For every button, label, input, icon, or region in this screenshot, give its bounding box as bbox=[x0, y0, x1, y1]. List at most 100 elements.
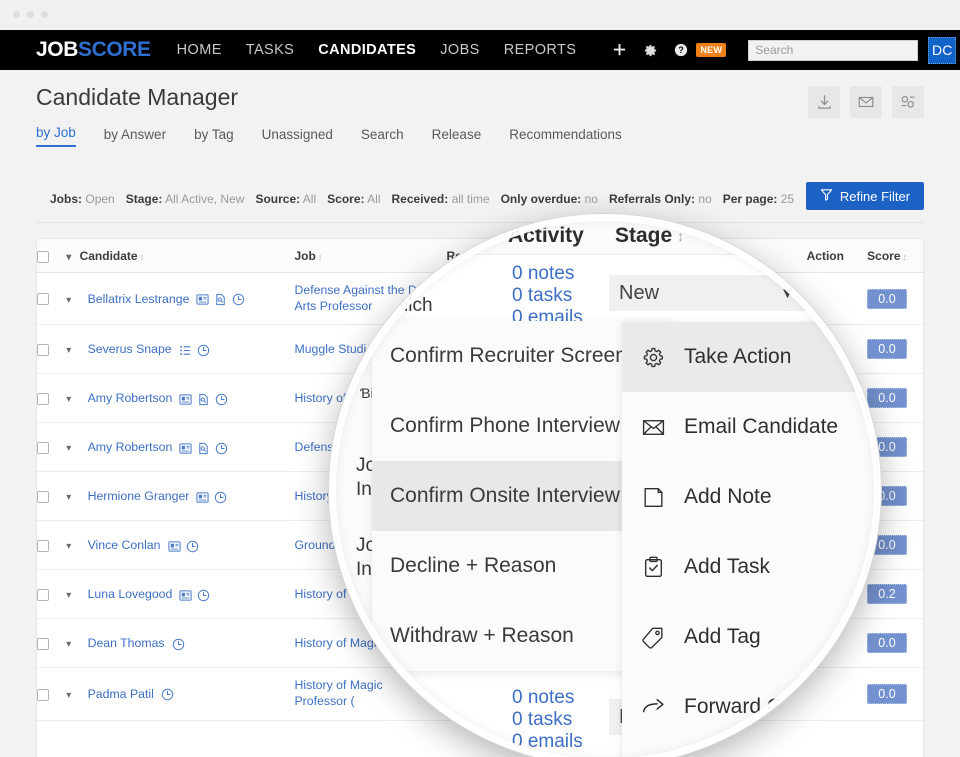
contact-card-icon[interactable] bbox=[167, 540, 181, 553]
lens-row1-stage-select[interactable]: New ▼ bbox=[609, 275, 805, 311]
resume-icon[interactable] bbox=[214, 293, 227, 306]
contact-card-icon[interactable] bbox=[179, 393, 192, 406]
chevron-down-icon[interactable]: ▾ bbox=[66, 252, 71, 263]
action-menu-item-forward-candidate[interactable]: Forward Cand bbox=[622, 672, 878, 742]
chevron-down-icon[interactable]: ▾ bbox=[66, 690, 71, 701]
action-menu-item-email-candidate[interactable]: Email Candidate › bbox=[622, 392, 878, 462]
row-checkbox[interactable] bbox=[37, 293, 49, 306]
email-button[interactable] bbox=[850, 86, 882, 118]
candidate-name-link[interactable]: Luna Lovegood bbox=[88, 587, 173, 601]
clock-icon[interactable] bbox=[161, 688, 174, 701]
candidate-name-link[interactable]: Bellatrix Lestrange bbox=[88, 292, 190, 306]
candidate-name-link[interactable]: Amy Robertson bbox=[88, 440, 173, 454]
chevron-down-icon[interactable]: ▾ bbox=[66, 492, 71, 503]
clock-icon[interactable] bbox=[197, 344, 210, 357]
contact-card-icon[interactable] bbox=[179, 442, 192, 455]
tab-unassigned[interactable]: Unassigned bbox=[262, 127, 333, 147]
resume-icon[interactable] bbox=[197, 442, 210, 455]
row-checkbox[interactable] bbox=[37, 393, 49, 406]
window-dot-minimize[interactable] bbox=[27, 11, 34, 18]
row-checkbox[interactable] bbox=[37, 344, 49, 357]
candidate-name-link[interactable]: Vince Conlan bbox=[88, 538, 161, 552]
action-menu-item-add-tag[interactable]: Add Tag bbox=[622, 602, 878, 672]
plus-icon[interactable] bbox=[612, 43, 627, 58]
col-candidate-label: Candidate bbox=[79, 249, 138, 263]
download-button[interactable] bbox=[808, 86, 840, 118]
clock-icon[interactable] bbox=[186, 540, 199, 553]
row-checkbox[interactable] bbox=[37, 442, 49, 455]
search-input[interactable] bbox=[748, 39, 919, 61]
clock-icon[interactable] bbox=[215, 393, 228, 406]
col-job-label: Job bbox=[294, 249, 316, 263]
action-menu-item-assign[interactable]: A bbox=[622, 742, 878, 757]
nav-link-candidates[interactable]: CANDIDATES bbox=[318, 42, 416, 58]
clock-icon[interactable] bbox=[172, 638, 185, 651]
clock-icon[interactable] bbox=[215, 442, 228, 455]
clock-icon[interactable] bbox=[214, 491, 227, 504]
chevron-down-icon[interactable]: ▾ bbox=[66, 639, 71, 650]
window-dot-maximize[interactable] bbox=[41, 11, 48, 18]
candidate-name-link[interactable]: Amy Robertson bbox=[88, 391, 173, 405]
row-checkbox[interactable] bbox=[37, 688, 49, 701]
candidate-row-icons bbox=[179, 344, 210, 357]
chevron-down-icon[interactable]: ▾ bbox=[66, 394, 71, 405]
row-checkbox[interactable] bbox=[37, 491, 49, 504]
filter-referrals-value: no bbox=[698, 191, 712, 206]
jobscore-logo[interactable]: JOBSCORE bbox=[36, 38, 151, 62]
action-menu-item-take-action[interactable]: Take Action bbox=[622, 322, 878, 392]
gear-icon[interactable] bbox=[643, 43, 658, 58]
clock-icon[interactable] bbox=[197, 589, 210, 602]
tab-by-tag[interactable]: by Tag bbox=[194, 127, 234, 147]
row-checkbox[interactable] bbox=[37, 540, 49, 553]
settings-button[interactable] bbox=[892, 86, 924, 118]
nav-link-home[interactable]: HOME bbox=[177, 42, 222, 58]
tab-by-answer[interactable]: by Answer bbox=[104, 127, 166, 147]
lens-row1-action-dots[interactable]: ··· bbox=[818, 285, 848, 305]
nav-link-jobs[interactable]: JOBS bbox=[440, 42, 479, 58]
lens-header-stage[interactable]: Stage bbox=[615, 224, 672, 248]
lens-row9-emails[interactable]: 0 emails bbox=[512, 731, 583, 753]
chevron-down-icon[interactable]: ▾ bbox=[66, 295, 71, 306]
tab-release[interactable]: Release bbox=[432, 127, 482, 147]
action-menu-item-add-task[interactable]: Add Task bbox=[622, 532, 878, 602]
chevron-down-icon[interactable]: ▾ bbox=[66, 345, 71, 356]
nav-link-tasks[interactable]: TASKS bbox=[246, 42, 294, 58]
lens-row9-tasks[interactable]: 0 tasks bbox=[512, 709, 572, 731]
tab-by-job[interactable]: by Job bbox=[36, 125, 76, 147]
select-all-checkbox[interactable] bbox=[37, 250, 49, 263]
nav-link-reports[interactable]: REPORTS bbox=[504, 42, 577, 58]
action-menu-item-add-note[interactable]: Add Note › bbox=[622, 462, 878, 532]
candidate-name-link[interactable]: Padma Patil bbox=[88, 687, 154, 701]
lens-row9-job[interactable]: f Magic Professor ( bbox=[332, 703, 373, 718]
contact-card-icon[interactable] bbox=[179, 589, 192, 602]
resume-icon[interactable] bbox=[197, 393, 210, 406]
help-icon[interactable]: ? bbox=[674, 43, 688, 57]
contact-card-icon[interactable] bbox=[196, 491, 209, 504]
lens-row1-notes[interactable]: 0 notes bbox=[512, 263, 574, 285]
contact-card-icon[interactable] bbox=[196, 293, 210, 306]
action-menu-label-take-action: Take Action bbox=[684, 345, 792, 368]
list-icon[interactable] bbox=[179, 344, 192, 357]
candidate-name-link[interactable]: Dean Thomas bbox=[88, 636, 165, 650]
avatar[interactable]: DC bbox=[928, 36, 957, 64]
col-candidate[interactable]: Candidate ↕ bbox=[79, 239, 295, 273]
tag-icon bbox=[640, 625, 666, 650]
candidate-name-link[interactable]: Severus Snape bbox=[88, 342, 172, 356]
tab-search[interactable]: Search bbox=[361, 127, 404, 147]
chevron-down-icon[interactable]: ▾ bbox=[66, 443, 71, 454]
candidate-cell: Luna Lovegood bbox=[79, 569, 295, 620]
tab-recommendations[interactable]: Recommendations bbox=[509, 127, 622, 147]
chevron-down-icon[interactable]: ▾ bbox=[66, 541, 71, 552]
chevron-down-icon[interactable]: ▾ bbox=[66, 590, 71, 601]
lens-row9-notes[interactable]: 0 notes bbox=[512, 687, 574, 709]
row-checkbox[interactable] bbox=[37, 589, 49, 602]
row-select-cell bbox=[37, 422, 60, 473]
clock-icon[interactable] bbox=[232, 293, 245, 306]
lens-row1-tasks[interactable]: 0 tasks bbox=[512, 285, 572, 307]
lens-row1-job-line1[interactable]: Against the Dark bbox=[332, 291, 368, 306]
candidate-name-link[interactable]: Hermione Granger bbox=[88, 489, 190, 503]
row-checkbox[interactable] bbox=[37, 638, 49, 651]
window-dot-close[interactable] bbox=[13, 11, 20, 18]
candidate-row-icons bbox=[196, 293, 245, 306]
refine-filter-button[interactable]: Refine Filter bbox=[805, 182, 924, 210]
